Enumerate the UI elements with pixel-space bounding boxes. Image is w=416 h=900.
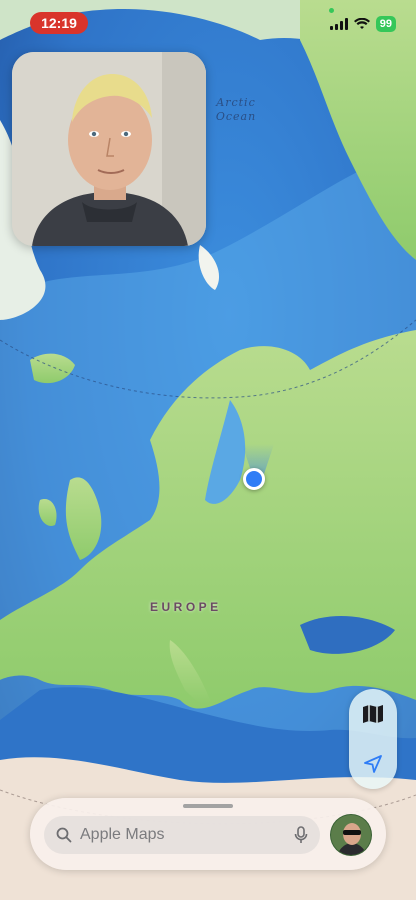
location-arrow-icon	[364, 755, 382, 773]
map-controls	[349, 689, 397, 789]
map-label-arctic-ocean: Arctic Ocean	[212, 96, 260, 124]
status-time[interactable]: 12:19	[30, 12, 88, 34]
search-placeholder: Apple Maps	[80, 826, 165, 843]
account-avatar[interactable]	[330, 814, 372, 856]
person-video-icon	[12, 52, 206, 246]
map-label-arctic-ocean-line2: Ocean	[215, 110, 257, 123]
current-location-dot[interactable]	[243, 468, 265, 490]
map-mode-button[interactable]	[353, 694, 393, 734]
search-icon	[56, 827, 72, 843]
cellular-signal-icon	[329, 18, 348, 30]
wifi-icon	[353, 18, 370, 29]
search-sheet[interactable]: Apple Maps	[30, 798, 386, 870]
microphone-icon[interactable]	[294, 826, 308, 844]
sheet-grabber[interactable]	[183, 804, 233, 808]
facetime-pip-video[interactable]	[12, 52, 206, 246]
battery-indicator: 99	[375, 16, 396, 32]
status-indicators: 99	[329, 14, 396, 34]
camera-in-use-indicator	[329, 8, 334, 13]
map-label-europe: EUROPE	[150, 600, 222, 614]
search-input[interactable]: Apple Maps	[44, 816, 320, 854]
current-location-button[interactable]	[353, 744, 393, 784]
profile-photo-icon	[331, 815, 371, 855]
map-icon	[363, 705, 383, 723]
map-label-arctic-ocean-line1: Arctic	[216, 96, 256, 109]
